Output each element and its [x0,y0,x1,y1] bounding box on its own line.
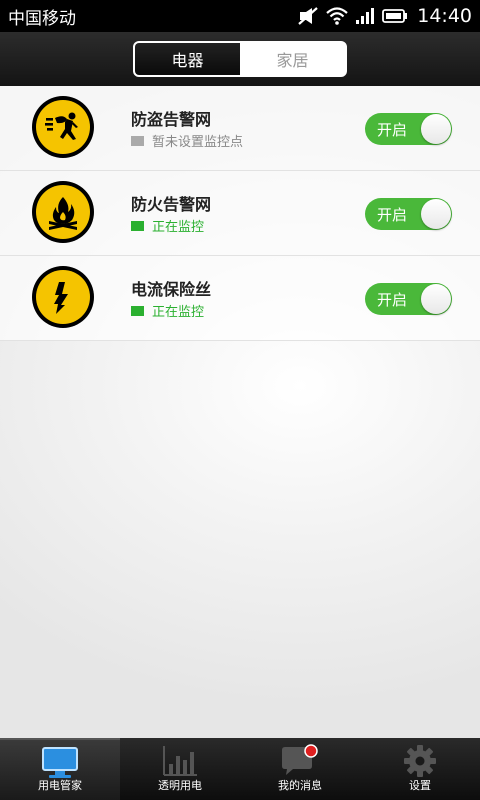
monitor-icon [42,747,78,778]
alarm-toggle[interactable]: 开启 [365,198,452,230]
bar-chart-icon [163,746,197,776]
nav-label: 我的消息 [278,779,322,792]
flag-icon [131,220,144,231]
toggle-knob [421,114,451,144]
clock: 14:40 [417,5,472,27]
nav-power-manager[interactable]: 用电管家 [0,738,120,800]
category-tabs: 电器 家居 [133,41,347,77]
gear-icon [404,745,436,777]
toggle-label: 开启 [377,121,408,139]
battery-icon [382,9,408,23]
device-status: 正在监控 [131,301,204,320]
signal-icon [356,8,375,24]
wifi-icon [326,7,348,25]
device-list: 防盗告警网 暂未设置监控点 开启 防火告警网 正在监控 开启 电流保险丝 正在监… [0,86,480,738]
carrier-name: 中国移动 [8,8,76,29]
list-item-burglar-alarm[interactable]: 防盗告警网 暂未设置监控点 开启 [0,86,480,171]
status-bar: 中国移动 14:40 [0,0,480,32]
status-icons: 14:40 [297,5,472,27]
alarm-toggle[interactable]: 开启 [365,113,452,145]
tab-appliances[interactable]: 电器 [135,43,240,75]
nav-my-messages[interactable]: 我的消息 [240,738,360,800]
list-item-fuse[interactable]: 电流保险丝 正在监控 开启 [0,256,480,341]
device-title: 防火告警网 [131,195,212,214]
list-item-fire-alarm[interactable]: 防火告警网 正在监控 开启 [0,171,480,256]
nav-transparent-power[interactable]: 透明用电 [120,738,240,800]
toggle-knob [421,199,451,229]
fire-icon [32,181,94,243]
flag-icon [131,135,144,146]
burglar-icon [32,96,94,158]
header-bar: 电器 家居 [0,32,480,86]
bottom-nav: 用电管家 透明用电 我的消息 设置 [0,738,480,800]
device-title: 电流保险丝 [131,280,212,299]
tab-home[interactable]: 家居 [240,43,345,75]
device-status-text: 正在监控 [152,305,205,320]
toggle-label: 开启 [377,291,408,309]
device-status: 暂未设置监控点 [131,131,243,150]
nav-label: 设置 [409,779,431,792]
nav-label: 透明用电 [158,779,202,792]
lightning-icon [32,266,94,328]
nav-settings[interactable]: 设置 [360,738,480,800]
flag-icon [131,305,144,316]
message-icon [282,744,318,775]
device-status: 正在监控 [131,216,204,235]
mute-icon [298,7,318,25]
device-status-text: 暂未设置监控点 [152,135,244,150]
alarm-toggle[interactable]: 开启 [365,283,452,315]
toggle-knob [421,284,451,314]
device-status-text: 正在监控 [152,220,205,235]
toggle-label: 开启 [377,206,408,224]
device-title: 防盗告警网 [131,110,212,129]
